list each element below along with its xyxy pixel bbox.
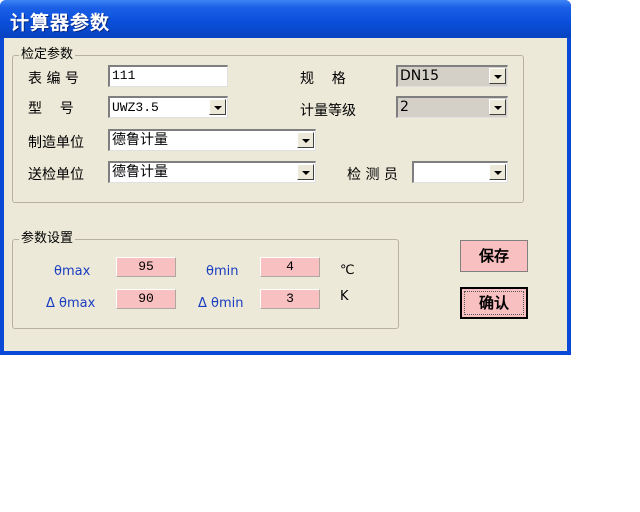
chevron-down-icon[interactable]	[297, 164, 314, 180]
group-title-params: 参数设置	[19, 231, 76, 247]
window-client-area: 检定参数 表 编 号 111 规 格 DN15 型 号 UWZ3.5 计量等级 …	[4, 38, 567, 351]
chevron-down-icon[interactable]	[489, 99, 506, 115]
model-value: UWZ3.5	[112, 100, 159, 115]
grade-select[interactable]: 2	[396, 96, 508, 118]
delta-theta-min-label: Δ θmin	[198, 296, 244, 311]
kelvin-unit: K	[340, 289, 349, 304]
celsius-unit: ℃	[340, 263, 355, 278]
chevron-down-icon[interactable]	[489, 68, 506, 84]
spec-label: 规 格	[300, 71, 346, 87]
chevron-down-icon[interactable]	[297, 132, 314, 148]
grade-value: 2	[400, 99, 409, 115]
confirm-button[interactable]: 确认	[460, 287, 528, 319]
delta-theta-max-label: Δ θmax	[46, 296, 96, 311]
theta-min-label: θmin	[206, 264, 239, 279]
model-label: 型 号	[28, 101, 74, 117]
theta-max-input[interactable]: 95	[116, 257, 176, 277]
meter-no-label: 表 编 号	[28, 71, 79, 87]
window-title: 计算器参数	[10, 12, 111, 34]
spec-value: DN15	[400, 68, 440, 84]
chevron-down-icon[interactable]	[489, 164, 506, 180]
chevron-down-icon[interactable]	[209, 99, 226, 115]
title-bar[interactable]: 计算器参数	[0, 0, 571, 38]
delta-theta-max-input[interactable]: 90	[116, 289, 176, 309]
meter-no-input[interactable]: 111	[108, 65, 228, 87]
param-settings-group: 参数设置	[12, 231, 399, 329]
manufacturer-select[interactable]: 德鲁计量	[108, 129, 316, 151]
grade-label: 计量等级	[300, 103, 356, 119]
delta-theta-min-input[interactable]: 3	[260, 289, 320, 309]
sender-value: 德鲁计量	[112, 164, 168, 180]
inspector-select[interactable]	[412, 161, 508, 183]
theta-min-input[interactable]: 4	[260, 257, 320, 277]
inspector-label: 检 测 员	[347, 167, 398, 183]
spec-select[interactable]: DN15	[396, 65, 508, 87]
manufacturer-label: 制造单位	[28, 135, 84, 151]
sender-label: 送检单位	[28, 167, 84, 183]
theta-max-label: θmax	[54, 264, 91, 279]
calculator-params-window: 计算器参数 检定参数 表 编 号 111 规 格 DN15 型 号 UWZ3.5…	[0, 0, 571, 355]
save-button[interactable]: 保存	[460, 240, 528, 272]
model-select[interactable]: UWZ3.5	[108, 96, 228, 118]
sender-select[interactable]: 德鲁计量	[108, 161, 316, 183]
group-title-verification: 检定参数	[19, 47, 76, 63]
manufacturer-value: 德鲁计量	[112, 132, 168, 148]
